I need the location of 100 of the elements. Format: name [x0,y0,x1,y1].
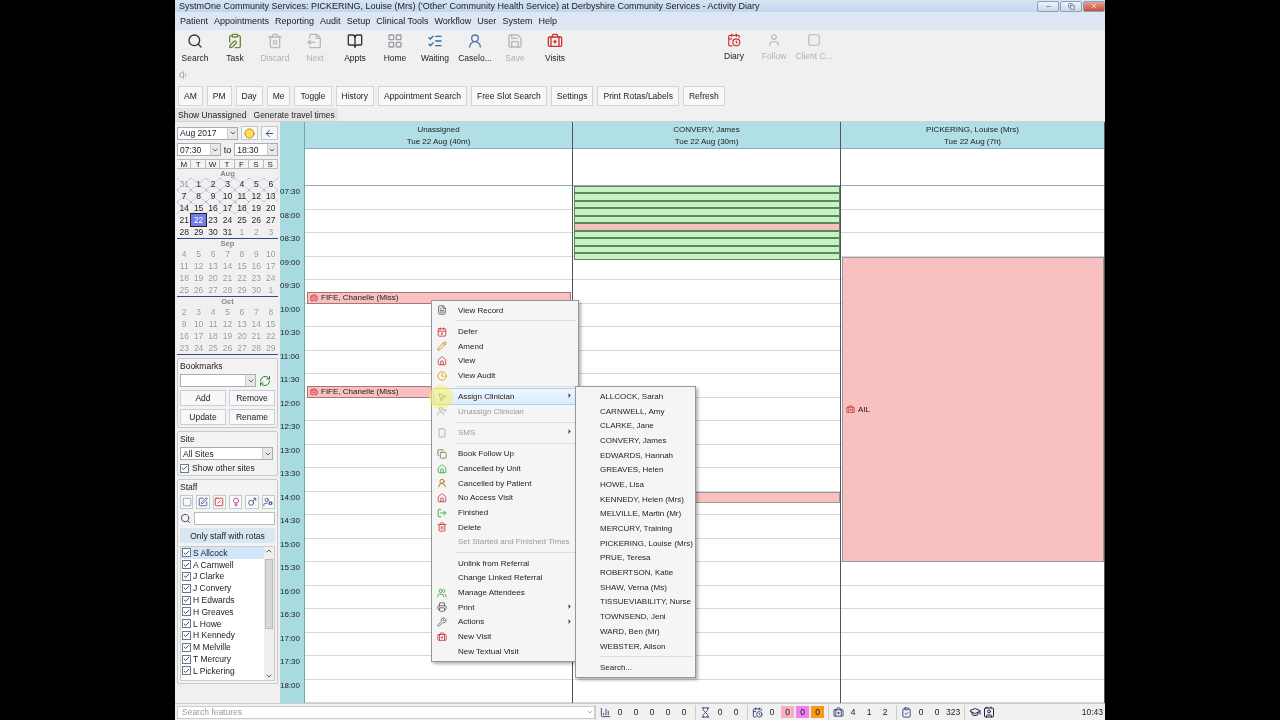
toolbar-button[interactable]: Appts [335,30,375,68]
toolbar-button[interactable]: Visits [535,30,575,68]
calendar-day[interactable]: 11 [234,190,250,202]
staff-item[interactable]: S Allcock [181,547,264,559]
menu-item[interactable]: TISSUEVIABILITY, Nurse [578,594,693,610]
calendar-day[interactable]: 13 [263,190,278,202]
calendar-day[interactable]: 21 [177,214,192,226]
menu-item[interactable]: Cancelled by Unit [434,461,576,476]
staff-item[interactable]: H Edwards [181,594,264,606]
menu-item[interactable]: Book Follow Up [434,446,576,462]
staff-item[interactable]: H Kennedy [181,629,264,642]
menu-item[interactable]: Workflow [431,16,475,26]
history-button[interactable]: History [335,86,374,106]
menu-item[interactable]: View Record [434,303,576,318]
calendar-day[interactable]: 25 [234,214,250,226]
option-button[interactable]: Show Unassigned [175,108,250,121]
calendar-day[interactable]: 5 [249,178,264,190]
calendar-day[interactable]: 3 [220,178,235,190]
day-button[interactable]: Day [235,86,263,106]
menu-item[interactable]: ROBERTSON, Katie [578,565,693,580]
menu-item[interactable]: New Textual Visit [434,643,576,659]
menu-item[interactable]: Audit [317,16,344,26]
calendar-day[interactable]: 10 [220,190,235,202]
print-rotas-button[interactable]: Print Rotas/Labels [597,86,679,106]
remove-button[interactable]: Remove [229,390,275,406]
staff-item[interactable]: H Greaves [181,606,264,618]
menu-item[interactable]: WARD, Ben (Mr) [578,624,693,639]
menu-item[interactable]: KENNEDY, Helen (Mrs) [578,491,693,507]
menu-item[interactable]: CLARKE, Jane [578,418,693,434]
menu-item[interactable]: Appointments [211,16,273,26]
toggle-button[interactable]: Toggle [294,86,332,106]
settings-button[interactable]: Settings [550,86,594,106]
end-time-select[interactable]: 18:30 [234,143,278,156]
menu-item[interactable]: Change Linked Referral [434,570,576,586]
toolbar-button[interactable]: Home [375,30,415,68]
menu-item[interactable]: Unlink from Referral [434,555,576,571]
calendar-day[interactable]: 27 [263,214,278,226]
menu-item[interactable]: Patient [177,16,212,26]
calendar-day[interactable]: 31 [220,226,235,238]
menu-item[interactable]: WEBSTER, Alison [578,638,693,654]
menu-item[interactable]: Actions [434,614,576,630]
calendar-day[interactable]: 14 [177,202,192,214]
menu-item[interactable]: TOWNSEND, Jeni [578,609,693,624]
calendar-day[interactable]: 18 [234,202,250,214]
menu-item[interactable]: Assign Clinician [434,389,576,405]
calendar-day[interactable]: 12 [249,190,264,202]
toolbar-button[interactable]: Diary [714,30,754,68]
staff-item[interactable]: T Mercury [181,653,264,665]
menu-item[interactable]: CONVERY, James [578,433,693,448]
calendar-day[interactable]: 29 [191,226,206,238]
menu-item[interactable]: Delete [434,519,576,535]
me-button[interactable]: Me [266,86,291,106]
appointment-block[interactable]: AIL [842,256,1104,562]
site-select[interactable]: All Sites [180,447,273,460]
menu-item[interactable]: New Visit [434,629,576,644]
start-time-select[interactable]: 07:30 [177,143,221,156]
calendar-day[interactable]: 17 [220,202,235,214]
calendar-day[interactable]: 28 [177,226,192,238]
month-select[interactable]: Aug 2017 [177,126,238,140]
menu-item[interactable]: Manage Attendees [434,585,576,600]
pm-button[interactable]: PM [206,86,232,106]
menu-item[interactable]: User [474,16,500,26]
menu-item[interactable]: Cancelled by Patient [434,475,576,491]
calendar-day[interactable]: 4 [234,178,250,190]
staff-item[interactable]: J Convery [181,582,264,595]
menu-item[interactable]: View Audit [434,368,576,383]
menu-item[interactable]: Amend [434,338,576,354]
menu-item[interactable]: Clinical Tools [373,16,432,26]
menu-item[interactable]: SHAW, Verna (Ms) [578,579,693,595]
calendar-day[interactable]: 19 [249,202,264,214]
menu-item[interactable]: CARNWELL, Amy [578,403,693,419]
add-button[interactable]: Add [180,390,226,406]
staff-item[interactable]: L Pickering [181,664,264,677]
rota-filter-button[interactable]: Only staff with rotas [180,528,275,543]
calendar-day[interactable]: 26 [249,214,264,226]
toolbar-button[interactable]: Search [175,30,215,68]
option-button[interactable]: Generate travel times [250,108,338,121]
free-slot-search-button[interactable]: Free Slot Search [471,86,547,106]
calendar-day[interactable]: 7 [177,190,192,202]
menu-item[interactable]: No Access Visit [434,490,576,506]
staff-item[interactable]: J Clarke [181,570,264,583]
menu-item[interactable]: HOWE, Lisa [578,477,693,492]
calendar-day[interactable]: 20 [263,202,278,214]
refresh-button[interactable]: Refresh [682,86,725,106]
appointment[interactable]: FIFE, Chanelle (Miss) [307,291,571,304]
calendar-day[interactable]: 8 [191,190,206,202]
toolbar-button[interactable]: Task [215,30,255,68]
menu-item[interactable]: System [499,16,536,26]
calendar-day[interactable]: 30 [205,226,221,238]
menu-item[interactable]: MELVILLE, Martin (Mr) [578,506,693,522]
menu-item[interactable]: GREAVES, Helen [578,462,693,478]
staff-item[interactable]: M Melville [181,641,264,654]
calendar-day[interactable]: 16 [205,202,221,214]
toolbar-button[interactable]: Caselo... [455,30,495,68]
menu-item[interactable]: Help [535,16,560,26]
calendar-day[interactable]: 6 [263,178,278,190]
menu-item[interactable]: Search... [578,659,693,675]
menu-item[interactable]: Finished [434,505,576,520]
menu-item[interactable]: MERCURY, Training [578,521,693,536]
menu-item[interactable]: PRUE, Teresa [578,550,693,566]
